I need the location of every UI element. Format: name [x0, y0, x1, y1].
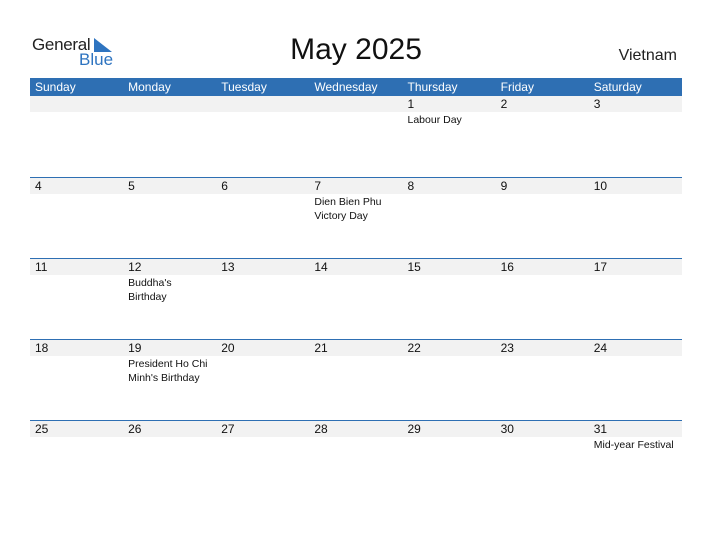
day-number: 26	[128, 422, 142, 436]
day-number: 28	[314, 422, 328, 436]
holiday-label	[403, 437, 496, 452]
weekday-monday: Monday	[128, 80, 171, 94]
day-number	[216, 96, 309, 112]
holiday-label	[216, 194, 309, 223]
holiday-label	[309, 275, 402, 304]
holiday-label	[496, 194, 589, 223]
holiday-label	[123, 194, 216, 223]
day-number: 8	[407, 179, 415, 193]
country-label: Vietnam	[618, 47, 677, 64]
weekday-thursday: Thursday	[407, 80, 458, 94]
week-row: 11 12 13 14 15 16 17 Buddha's Birthday	[30, 258, 682, 339]
holiday-label	[589, 356, 682, 385]
calendar-weeks: 1 2 3 Labour Day 4 5 6 7 8 9 10 Dien Bien Phu Victo…	[30, 96, 682, 501]
day-number: 31	[593, 422, 608, 436]
events-row: Labour Day	[30, 112, 682, 127]
day-number: 16	[500, 260, 514, 274]
holiday-label	[216, 112, 309, 127]
holiday-label	[216, 437, 309, 452]
holiday-label: Labour Day	[407, 114, 462, 126]
day-number: 9	[500, 179, 508, 193]
holiday-label	[309, 356, 402, 385]
holiday-label	[30, 275, 123, 304]
holiday-label: Dien Bien Phu Victory Day	[314, 196, 382, 222]
date-strip: 4 5 6 7 8 9 10	[30, 178, 682, 194]
holiday-label: Buddha's Birthday	[128, 277, 172, 303]
day-number	[30, 96, 123, 112]
weekday-tuesday: Tuesday	[221, 80, 267, 94]
holiday-label	[589, 275, 682, 304]
day-number: 25	[35, 422, 49, 436]
date-strip: 18 19 20 21 22 23 24	[30, 340, 682, 356]
holiday-label	[216, 356, 309, 385]
day-number: 23	[500, 341, 514, 355]
day-number: 13	[221, 260, 235, 274]
day-number: 17	[593, 260, 608, 274]
weekday-header: Sunday Monday Tuesday Wednesday Thursday Frid…	[30, 78, 682, 96]
holiday-label	[309, 437, 402, 452]
day-number: 5	[128, 179, 135, 193]
day-number: 22	[407, 341, 421, 355]
events-row: Buddha's Birthday	[30, 275, 682, 304]
holiday-label: President Ho Chi Minh's Birthday	[128, 358, 208, 384]
date-strip: 25 26 27 28 29 30 31	[30, 421, 682, 437]
events-row: Dien Bien Phu Victory Day	[30, 194, 682, 223]
holiday-label	[30, 437, 123, 452]
page-title: May 2025	[290, 33, 422, 66]
day-number: 27	[221, 422, 235, 436]
holiday-label	[496, 112, 589, 127]
events-row: Mid-year Festival	[30, 437, 682, 452]
day-number: 19	[128, 341, 142, 355]
day-number: 21	[314, 341, 328, 355]
day-number: 18	[35, 341, 49, 355]
day-number: 1	[407, 97, 415, 111]
holiday-label	[30, 194, 123, 223]
week-row: 18 19 20 21 22 23 24 President Ho Chi Minh's Bi…	[30, 339, 682, 420]
holiday-label	[30, 112, 123, 127]
holiday-label: Mid-year Festival	[593, 439, 674, 451]
events-row: President Ho Chi Minh's Birthday	[30, 356, 682, 385]
weekday-wednesday: Wednesday	[314, 80, 378, 94]
day-number: 7	[314, 179, 322, 193]
holiday-label	[496, 437, 589, 452]
day-number: 3	[593, 97, 601, 111]
holiday-label	[309, 112, 402, 127]
day-number: 4	[35, 179, 42, 193]
day-number: 20	[221, 341, 235, 355]
week-row: 25 26 27 28 29 30 31 Mid-year Festival	[30, 420, 682, 501]
holiday-label	[30, 356, 123, 385]
holiday-label	[123, 437, 216, 452]
date-strip: 11 12 13 14 15 16 17	[30, 259, 682, 275]
weekday-saturday: Saturday	[593, 80, 642, 94]
day-number: 2	[500, 97, 508, 111]
date-strip: 1 2 3	[30, 96, 682, 112]
weekday-sunday: Sunday	[35, 80, 76, 94]
day-number: 12	[128, 260, 142, 274]
holiday-label	[216, 275, 309, 304]
holiday-label	[403, 275, 496, 304]
holiday-label	[589, 112, 682, 127]
day-number: 11	[35, 260, 48, 274]
holiday-label	[403, 194, 496, 223]
calendar-grid: Sunday Monday Tuesday Wednesday Thursday Frid…	[30, 78, 682, 501]
day-number: 14	[314, 260, 328, 274]
day-number: 10	[593, 179, 608, 193]
day-number: 30	[500, 422, 514, 436]
day-number	[309, 96, 402, 112]
day-number: 29	[407, 422, 421, 436]
week-row: 1 2 3 Labour Day	[30, 96, 682, 177]
weekday-friday: Friday	[500, 80, 534, 94]
holiday-label	[496, 356, 589, 385]
day-number: 24	[593, 341, 608, 355]
week-row: 4 5 6 7 8 9 10 Dien Bien Phu Victory Day	[30, 177, 682, 258]
day-number: 6	[221, 179, 228, 193]
day-number: 15	[407, 260, 421, 274]
holiday-label	[123, 112, 216, 127]
day-number	[123, 96, 216, 112]
holiday-label	[403, 356, 496, 385]
holiday-label	[496, 275, 589, 304]
holiday-label	[589, 194, 682, 223]
